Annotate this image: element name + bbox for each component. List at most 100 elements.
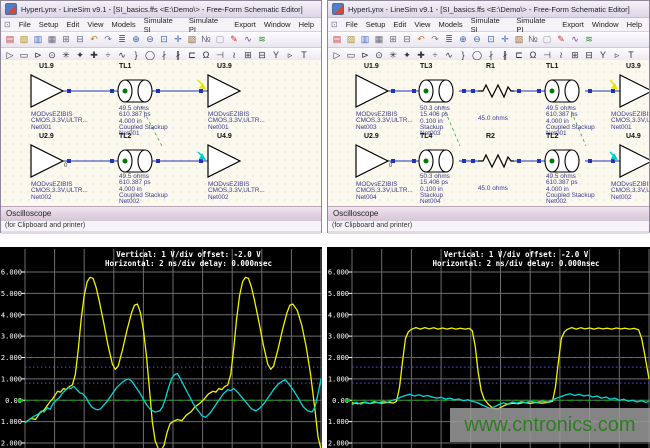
tline-tl2[interactable] <box>118 150 152 172</box>
assign-models-icon[interactable]: ✎ <box>554 33 568 46</box>
menu-simulate-si[interactable]: Simulate SI <box>140 16 185 34</box>
print-icon[interactable]: ▦ <box>45 33 59 46</box>
buffer-u1[interactable] <box>356 75 388 107</box>
zoom-out-icon[interactable]: ⊖ <box>470 33 484 46</box>
stackup-editor-icon[interactable]: ≣ <box>442 33 456 46</box>
undo-icon[interactable]: ↶ <box>87 33 101 46</box>
save-file-icon[interactable]: ▥ <box>31 33 45 46</box>
status-text: (for Clipboard and printer) <box>328 220 649 231</box>
schematic-canvas[interactable]: U1.9 TL1 U3.9 MODvsEZIBISCMOS,3.3V,ULTR.… <box>1 60 321 206</box>
menu-simulate-si[interactable]: Simulate SI <box>467 16 513 34</box>
stackup-editor-icon[interactable]: ≣ <box>115 33 129 46</box>
menu-edit[interactable]: Edit <box>389 20 410 29</box>
buffer-u2[interactable] <box>356 145 388 177</box>
svg-text:-1.000: -1.000 <box>0 418 22 426</box>
eye-diagram-icon[interactable]: ≋ <box>255 33 269 46</box>
eye-diagram-icon[interactable]: ≋ <box>582 33 596 46</box>
new-file-icon[interactable]: ▤ <box>3 33 17 46</box>
ref-designator: U2.9 <box>364 133 379 140</box>
menu-export[interactable]: Export <box>230 20 260 29</box>
new-file-icon[interactable]: ▤ <box>330 33 344 46</box>
menu-bar: ⊡ FileSetupEditViewModelsSimulate SISimu… <box>328 18 649 32</box>
copy-icon[interactable]: ⊞ <box>59 33 73 46</box>
menu-simulate-pi[interactable]: Simulate PI <box>512 16 558 34</box>
menu-models[interactable]: Models <box>434 20 466 29</box>
menu-view[interactable]: View <box>83 20 107 29</box>
resistor-r2[interactable] <box>478 155 514 167</box>
oscilloscope-panel-bar[interactable]: Oscilloscope <box>1 206 321 220</box>
menu-file[interactable]: File <box>342 20 362 29</box>
window-bottom-border <box>1 231 321 234</box>
oscilloscope-panel-bar[interactable]: Oscilloscope <box>328 206 649 220</box>
buffer-u3[interactable] <box>208 75 240 107</box>
document-icon[interactable]: ⊡ <box>331 20 338 29</box>
new-sheet-icon[interactable]: ▢ <box>213 33 227 46</box>
menu-view[interactable]: View <box>410 20 434 29</box>
menu-window[interactable]: Window <box>588 20 623 29</box>
print-icon[interactable]: ▦ <box>372 33 386 46</box>
tline-tl2[interactable] <box>545 150 579 172</box>
document-icon[interactable]: ⊡ <box>4 20 11 29</box>
menu-setup[interactable]: Setup <box>362 20 390 29</box>
receiver-info: MODvsEZIBISCMOS,3.3V,ULTR...Net002 <box>611 182 649 201</box>
tline-tl4[interactable] <box>419 150 453 172</box>
menu-file[interactable]: File <box>15 20 35 29</box>
redo-icon[interactable]: ↷ <box>101 33 115 46</box>
menu-simulate-pi[interactable]: Simulate PI <box>185 16 230 34</box>
run-oscilloscope-icon[interactable]: ∿ <box>241 33 255 46</box>
redo-icon[interactable]: ↷ <box>428 33 442 46</box>
ref-designator: R2 <box>486 133 495 140</box>
zoom-fit-icon[interactable]: ⊡ <box>484 33 498 46</box>
pan-icon[interactable]: ✛ <box>498 33 512 46</box>
buffer-u4[interactable] <box>620 145 649 177</box>
menu-models[interactable]: Models <box>107 20 139 29</box>
schematic-canvas[interactable]: U1.9 TL3 R1 TL1 U3.9 MODvsEZIBISCMOS,3.3… <box>328 60 649 206</box>
new-sheet-icon[interactable]: ▢ <box>540 33 554 46</box>
zoom-fit-icon[interactable]: ⊡ <box>157 33 171 46</box>
buffer-u2[interactable] <box>31 145 63 177</box>
menu-edit[interactable]: Edit <box>62 20 83 29</box>
zoom-in-icon[interactable]: ⊕ <box>129 33 143 46</box>
menu-setup[interactable]: Setup <box>35 20 63 29</box>
zoom-in-icon[interactable]: ⊕ <box>456 33 470 46</box>
resistor-r1[interactable] <box>478 85 514 97</box>
ref-designator: U1.9 <box>364 63 379 70</box>
tline-info: 49.5 ohms610.387 ps4.000 inCoupled Stack… <box>119 174 168 205</box>
run-oscilloscope-icon[interactable]: ∿ <box>568 33 582 46</box>
buffer-u3[interactable] <box>620 75 649 107</box>
driver-info: MODvsEZIBISCMOS,3.3V,ULTR...Net003 <box>356 112 413 131</box>
hyperlynx-app-icon <box>332 3 344 15</box>
open-file-icon[interactable]: ▨ <box>17 33 31 46</box>
tline-tl3[interactable] <box>419 80 453 102</box>
pan-icon[interactable]: ✛ <box>171 33 185 46</box>
paste-icon[interactable]: ⊟ <box>73 33 87 46</box>
copy-icon[interactable]: ⊞ <box>386 33 400 46</box>
svg-text:6.000: 6.000 <box>328 269 349 277</box>
tline-tl1[interactable] <box>545 80 579 102</box>
menu-export[interactable]: Export <box>558 20 588 29</box>
undo-icon[interactable]: ↶ <box>414 33 428 46</box>
netlist-view-icon[interactable]: № <box>199 33 213 46</box>
open-file-icon[interactable]: ▨ <box>344 33 358 46</box>
buffer-u4[interactable] <box>208 145 240 177</box>
ref-designator: R1 <box>486 63 495 70</box>
save-file-icon[interactable]: ▥ <box>358 33 372 46</box>
svg-text:1.000: 1.000 <box>328 375 349 383</box>
probe-arrowhead-yellow <box>199 83 206 90</box>
netlist-view-icon[interactable]: № <box>526 33 540 46</box>
menu-window[interactable]: Window <box>260 20 295 29</box>
menu-help[interactable]: Help <box>623 20 646 29</box>
buffer-u1[interactable] <box>31 75 63 107</box>
paste-icon[interactable]: ⊟ <box>400 33 414 46</box>
svg-text:5.000: 5.000 <box>1 290 22 298</box>
boardsim-wizard-icon[interactable]: ▧ <box>512 33 526 46</box>
ref-designator: TL1 <box>546 63 558 70</box>
ref-designator: TL3 <box>420 63 432 70</box>
zoom-out-icon[interactable]: ⊖ <box>143 33 157 46</box>
ref-designator: TL4 <box>420 133 432 140</box>
menu-help[interactable]: Help <box>295 20 318 29</box>
tline-tl1[interactable] <box>118 80 152 102</box>
boardsim-wizard-icon[interactable]: ▧ <box>185 33 199 46</box>
assign-models-icon[interactable]: ✎ <box>227 33 241 46</box>
svg-text:Vertical: 1 V/div offset: -2: Vertical: 1 V/div offset: -2.0 V <box>444 250 589 259</box>
